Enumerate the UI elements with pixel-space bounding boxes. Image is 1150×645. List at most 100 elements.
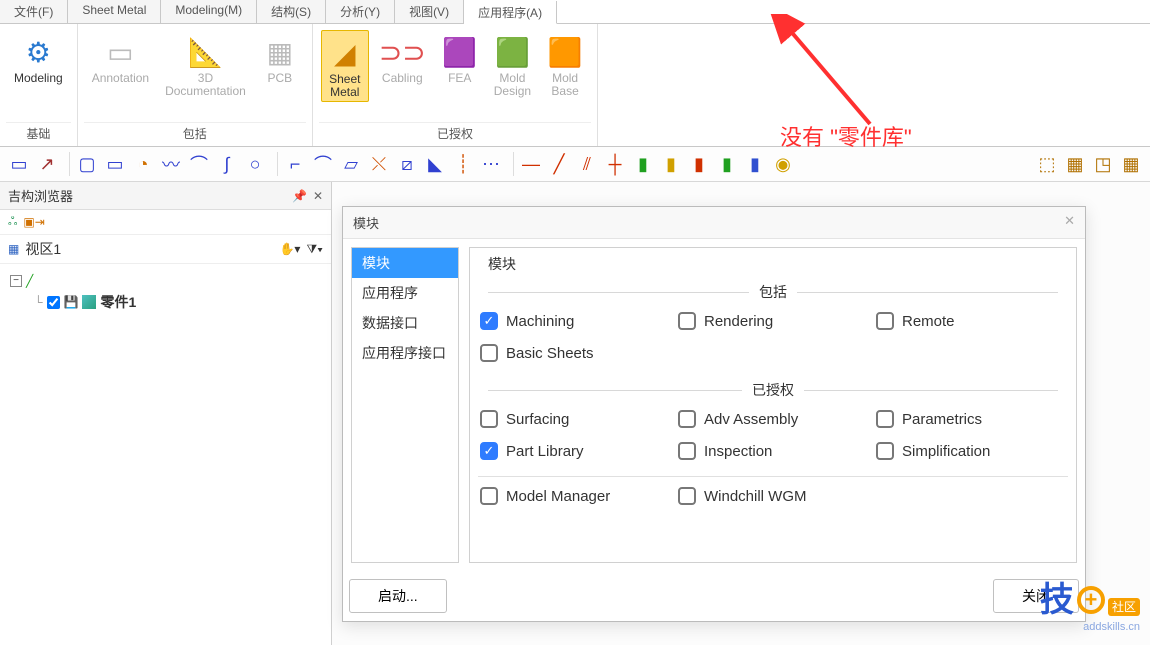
tool-box1-icon[interactable]: ▮ xyxy=(630,151,656,177)
tool-clock-icon[interactable]: ◔ xyxy=(130,151,156,177)
ribbon-btn-label: Cabling xyxy=(382,72,423,85)
ribbon-btn-annotation[interactable]: ▭ Annotation xyxy=(86,30,155,87)
tool-rect2-icon[interactable]: ▭ xyxy=(102,151,128,177)
expand-icon[interactable]: − xyxy=(10,275,22,287)
ribbon-btn-label: Sheet Metal xyxy=(329,73,360,99)
dialog-list-item-datalink[interactable]: 数据接口 xyxy=(352,308,458,338)
tool-screen-icon[interactable]: ▭ xyxy=(6,151,32,177)
tab-structure[interactable]: 结构(S) xyxy=(257,0,326,23)
tab-application[interactable]: 应用程序(A) xyxy=(464,1,557,24)
checkbox-icon xyxy=(678,312,696,330)
tool-box3-icon[interactable]: ▮ xyxy=(686,151,712,177)
tab-analysis[interactable]: 分析(Y) xyxy=(326,0,395,23)
checkbox-icon xyxy=(480,344,498,362)
grid-icon: ▦ xyxy=(8,242,19,256)
tool-parallel-icon[interactable]: ⫽ xyxy=(574,151,600,177)
check-inspection[interactable]: Inspection xyxy=(678,442,868,460)
close-button[interactable]: 关闭 xyxy=(993,579,1079,613)
tool-dots-icon[interactable]: ⋯ xyxy=(478,151,504,177)
tool-box5-icon[interactable]: ▮ xyxy=(742,151,768,177)
structure-browser-header: 吉构浏览器 📌 ✕ xyxy=(0,182,331,210)
tool-coord-icon[interactable]: ↗ xyxy=(34,151,60,177)
dialog-title-text: 模块 xyxy=(353,213,379,232)
tool-line-icon[interactable]: ― xyxy=(518,151,544,177)
check-surfacing[interactable]: Surfacing xyxy=(480,410,670,428)
tree-root[interactable]: − ╱ xyxy=(10,272,321,290)
ribbon-btn-sheet-metal[interactable]: ◢ Sheet Metal xyxy=(321,30,369,102)
app-tabs: 文件(F) Sheet Metal Modeling(M) 结构(S) 分析(Y… xyxy=(0,0,1150,24)
check-remote[interactable]: Remote xyxy=(876,312,1066,330)
dialog-panel-legend: 模块 xyxy=(484,254,520,274)
ribbon-btn-modeling[interactable]: ⚙ Modeling xyxy=(8,30,69,87)
ribbon-group-title-licensed: 已授权 xyxy=(319,122,591,144)
tool-diag-icon[interactable]: ▱ xyxy=(338,151,364,177)
ribbon-btn-label: PCB xyxy=(267,72,292,85)
tool-circle-icon[interactable]: ○ xyxy=(242,151,268,177)
section-include-title: 包括 xyxy=(478,282,1068,302)
filter-icon[interactable]: ⧩▾ xyxy=(306,242,323,257)
tool-arc-icon[interactable]: ⌒ xyxy=(186,151,212,177)
start-button[interactable]: 启动... xyxy=(349,579,447,613)
close-icon[interactable]: ✕ xyxy=(1064,213,1075,232)
tool-bracket-icon[interactable]: ⌐ xyxy=(282,151,308,177)
checkbox-icon: ✓ xyxy=(480,442,498,460)
tool-spline-icon[interactable]: ∫ xyxy=(214,151,240,177)
tool-box2-icon[interactable]: ▮ xyxy=(658,151,684,177)
tool-curve2-icon[interactable]: ⌒ xyxy=(310,151,336,177)
dialog-list-item-apps[interactable]: 应用程序 xyxy=(352,278,458,308)
tag-icon[interactable]: ▣⇥ xyxy=(23,215,44,229)
check-part-library[interactable]: ✓Part Library xyxy=(480,442,670,460)
structure-browser-toolbar: ஃ ▣⇥ xyxy=(0,210,331,235)
tab-file[interactable]: 文件(F) xyxy=(0,0,68,23)
check-adv-assembly[interactable]: Adv Assembly xyxy=(678,410,868,428)
ribbon-btn-3d-doc[interactable]: 📐 3D Documentation xyxy=(159,30,252,100)
root-slash-icon: ╱ xyxy=(26,274,33,288)
tree-icon[interactable]: ஃ xyxy=(8,214,17,230)
tool-wave-icon[interactable]: 〰 xyxy=(158,151,184,177)
tool-rect1-icon[interactable]: ▢ xyxy=(74,151,100,177)
tool-gold-icon[interactable]: ◉ xyxy=(770,151,796,177)
hand-icon[interactable]: ✋▾ xyxy=(279,242,300,256)
dialog-titlebar[interactable]: 模块 ✕ xyxy=(343,207,1085,239)
check-simplification[interactable]: Simplification xyxy=(876,442,1066,460)
tool-cube3-icon[interactable]: ◳ xyxy=(1090,151,1116,177)
tool-box4-icon[interactable]: ▮ xyxy=(714,151,740,177)
ribbon-btn-fea[interactable]: 🟪 FEA xyxy=(436,30,484,87)
tool-cube2-icon[interactable]: ▦ xyxy=(1062,151,1088,177)
check-basic-sheets[interactable]: Basic Sheets xyxy=(480,344,670,362)
part-icon xyxy=(82,295,96,309)
pin-icon[interactable]: 📌 xyxy=(292,189,307,203)
tab-modeling[interactable]: Modeling(M) xyxy=(161,0,257,23)
dialog-list-item-modules[interactable]: 模块 xyxy=(352,248,458,278)
tab-sheet-metal[interactable]: Sheet Metal xyxy=(68,0,161,23)
tree-item-label: 零件1 xyxy=(100,292,136,312)
check-model-manager[interactable]: Model Manager xyxy=(480,487,670,505)
dialog-list-item-applink[interactable]: 应用程序接口 xyxy=(352,338,458,368)
check-parametrics[interactable]: Parametrics xyxy=(876,410,1066,428)
tool-cube1-icon[interactable]: ⬚ xyxy=(1034,151,1060,177)
tool-corner-icon[interactable]: ◣ xyxy=(422,151,448,177)
check-windchill-wgm[interactable]: Windchill WGM xyxy=(678,487,868,505)
tool-plus-icon[interactable]: ┼ xyxy=(602,151,628,177)
check-label: Basic Sheets xyxy=(506,345,594,362)
tab-view[interactable]: 视图(V) xyxy=(395,0,464,23)
tool-slash-icon[interactable]: ⧄ xyxy=(394,151,420,177)
ribbon-btn-mold-design[interactable]: 🟩 Mold Design xyxy=(488,30,537,100)
ribbon-btn-cabling[interactable]: ⊃⊃ Cabling xyxy=(373,30,432,87)
tool-cube4-icon[interactable]: ▦ xyxy=(1118,151,1144,177)
gear-icon: ⚙ xyxy=(26,32,51,72)
tree-item-part[interactable]: └ 💾 零件1 xyxy=(10,290,321,314)
tool-cross-icon[interactable]: ⤬ xyxy=(366,151,392,177)
close-icon[interactable]: ✕ xyxy=(313,189,323,203)
ruler-icon: 📐 xyxy=(188,32,223,72)
checkbox-icon xyxy=(678,442,696,460)
check-machining[interactable]: ✓Machining xyxy=(480,312,670,330)
tool-dash-icon[interactable]: ┊ xyxy=(450,151,476,177)
ribbon-btn-pcb[interactable]: ▦ PCB xyxy=(256,30,304,87)
viewport-row[interactable]: ▦ 视区1 ✋▾ ⧩▾ xyxy=(0,235,331,264)
check-rendering[interactable]: Rendering xyxy=(678,312,868,330)
ribbon-btn-mold-base[interactable]: 🟧 Mold Base xyxy=(541,30,589,100)
extra-grid: Model Manager Windchill WGM xyxy=(478,487,1068,505)
tree-item-checkbox[interactable] xyxy=(47,296,60,309)
tool-diag2-icon[interactable]: ╱ xyxy=(546,151,572,177)
